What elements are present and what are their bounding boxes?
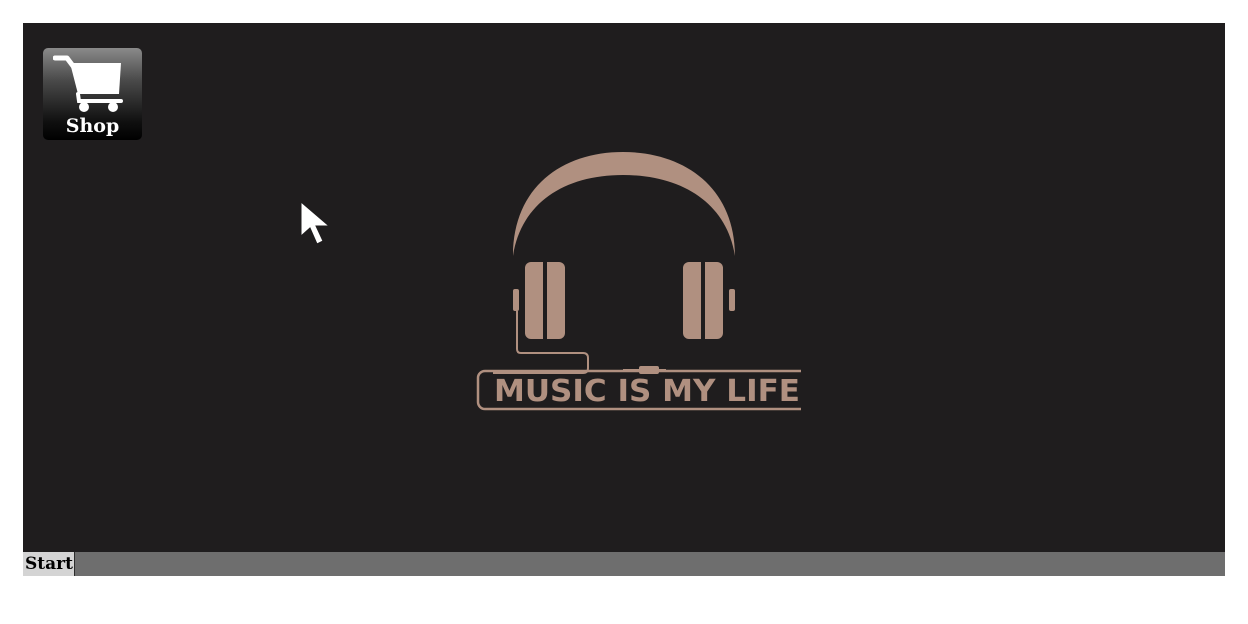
desktop[interactable]: Shop MUSIC IS MY LIFE [23,23,1225,552]
screen: Shop MUSIC IS MY LIFE Start [23,23,1225,576]
headphones-icon [493,152,735,374]
desktop-icon-shop[interactable]: Shop [43,48,142,140]
arrow-cursor-icon [300,200,331,245]
shopping-cart-icon [53,55,123,112]
taskbar: Start [23,552,1225,576]
start-button[interactable]: Start [23,552,75,576]
wallpaper-text: MUSIC IS MY LIFE [494,374,800,409]
desktop-icon-label: Shop [65,115,120,137]
wallpaper-art: MUSIC IS MY LIFE [476,152,801,411]
